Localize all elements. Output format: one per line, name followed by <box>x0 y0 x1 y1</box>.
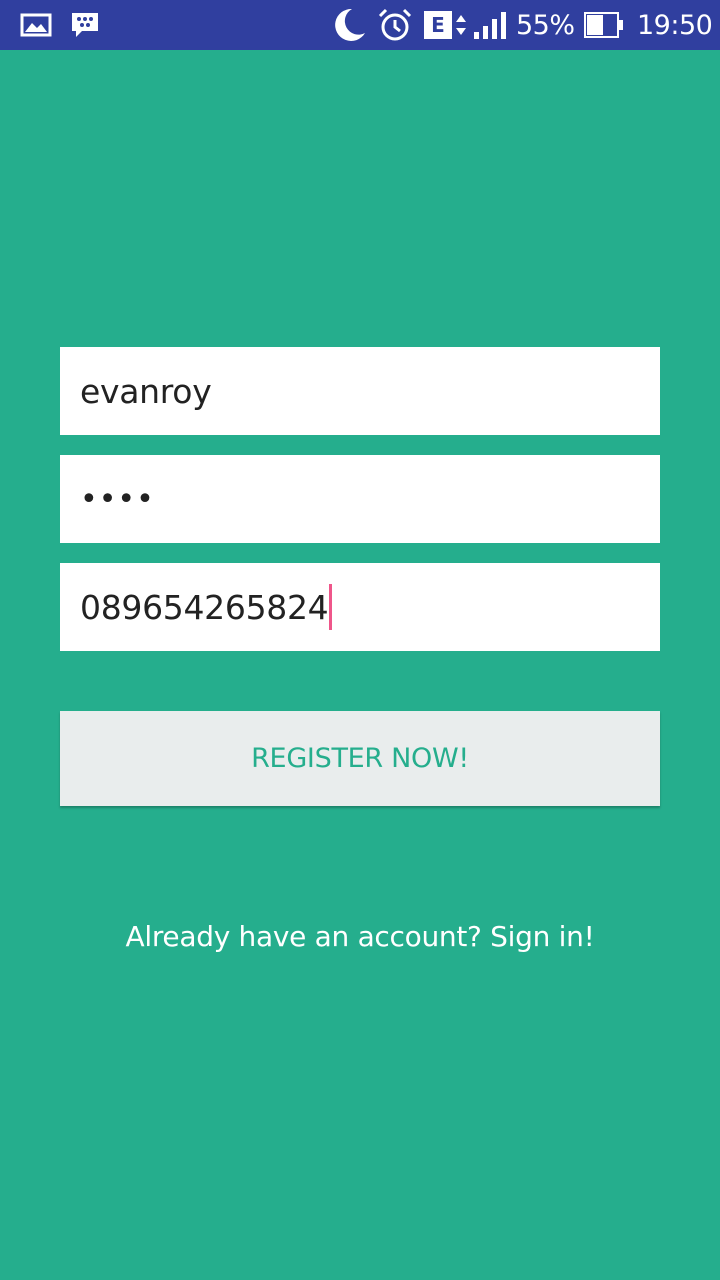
phone-field[interactable]: 089654265824 <box>60 563 660 651</box>
password-value: •••• <box>80 481 155 517</box>
password-field[interactable]: •••• <box>60 455 660 543</box>
register-button-label: REGISTER NOW! <box>251 743 469 774</box>
text-caret <box>329 584 333 630</box>
battery-icon <box>584 0 624 50</box>
signin-link[interactable]: Already have an account? Sign in! <box>0 910 720 962</box>
signin-link-label: Already have an account? Sign in! <box>125 919 595 953</box>
status-bar: E 55% 19:50 <box>0 0 720 50</box>
gallery-icon <box>20 0 52 50</box>
alarm-icon <box>377 0 413 50</box>
do-not-disturb-moon-icon <box>330 0 368 50</box>
clock: 19:50 <box>637 9 713 41</box>
bbm-icon <box>70 0 100 50</box>
network-type-label: E <box>431 13 445 37</box>
register-button[interactable]: REGISTER NOW! <box>60 711 660 806</box>
username-value: evanroy <box>80 371 212 411</box>
phone-value: 089654265824 <box>80 587 329 627</box>
network-edge-icon: E <box>424 0 467 50</box>
username-field[interactable]: evanroy <box>60 347 660 435</box>
signal-icon <box>472 0 508 50</box>
battery-percent: 55% <box>516 9 575 41</box>
